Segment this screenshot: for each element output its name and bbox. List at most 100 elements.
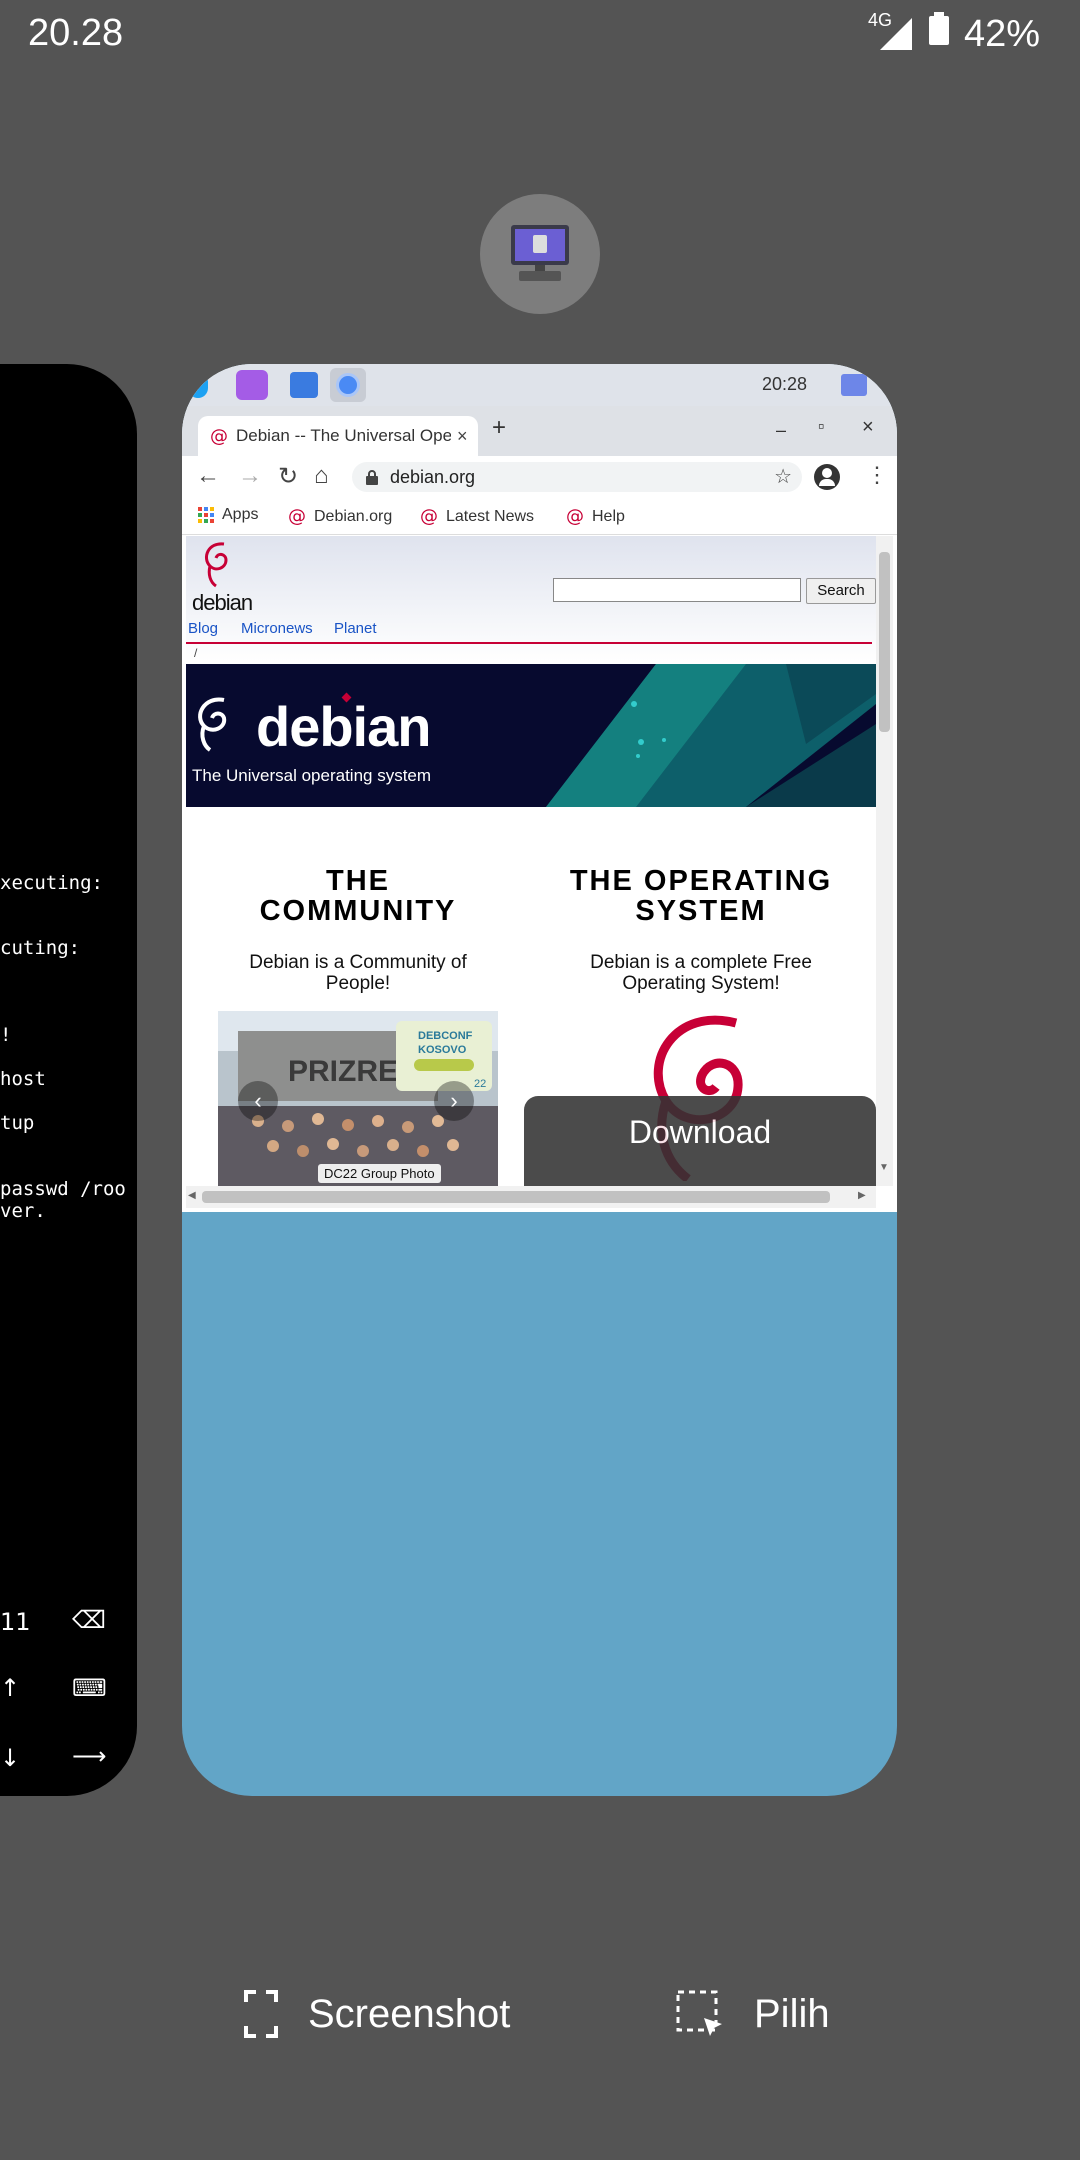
- arrow-up-icon[interactable]: ↑: [0, 1674, 20, 1702]
- url-text: debian.org: [390, 467, 476, 487]
- header-divider: [186, 642, 872, 644]
- download-button[interactable]: Download: [524, 1096, 876, 1186]
- os-title: THE OPERATING SYSTEM: [531, 866, 871, 926]
- select-label: Pilih: [754, 1991, 830, 2036]
- address-bar[interactable]: debian.org ☆: [352, 462, 802, 492]
- desktop-screen: 20:28 @ Debian -- The Universal Operatin…: [182, 364, 897, 1212]
- carousel-prev-icon[interactable]: ‹: [238, 1081, 278, 1121]
- chrome-icon: [336, 373, 360, 397]
- status-time: 20.28: [28, 12, 124, 54]
- horizontal-scroll-thumb[interactable]: [202, 1191, 830, 1203]
- files-icon[interactable]: [290, 372, 318, 398]
- crop-app-icon[interactable]: [236, 370, 268, 400]
- bookmark-help[interactable]: @ Help: [566, 506, 625, 527]
- screenshot-icon: [244, 1990, 278, 2038]
- terminal-line: !: [0, 1024, 12, 1046]
- community-title-line: THE: [326, 865, 390, 897]
- debian-swirl-icon: @: [288, 506, 306, 527]
- vertical-scrollbar[interactable]: ▼: [876, 536, 893, 1186]
- banner-title: debian: [256, 695, 431, 758]
- back-icon[interactable]: ←: [196, 462, 220, 490]
- terminal-key-11[interactable]: 11: [0, 1608, 31, 1636]
- breadcrumb: /: [194, 646, 198, 660]
- debian-swirl-icon: @: [420, 506, 438, 527]
- os-text: Debian is a complete Free Operating Syst…: [531, 952, 871, 994]
- debian-logo-icon[interactable]: [198, 538, 238, 588]
- shelf: 20:28: [182, 364, 897, 406]
- bookmarks-bar: Apps @ Debian.org @ Latest News @ Help: [182, 498, 897, 535]
- search-button[interactable]: Search: [806, 578, 876, 604]
- banner-swirl-icon: [198, 697, 227, 752]
- profile-icon[interactable]: [814, 464, 840, 490]
- scroll-down-icon[interactable]: ▼: [879, 1162, 889, 1173]
- terminal-line: tup: [0, 1112, 35, 1134]
- community-text-line: Debian is a Community of: [249, 952, 467, 973]
- app-launcher-icon[interactable]: [188, 372, 208, 398]
- scroll-left-icon[interactable]: ◀: [188, 1190, 196, 1201]
- debian-logo-text: debian: [192, 590, 253, 615]
- debian-banner[interactable]: debian The Universal operating system: [186, 664, 876, 807]
- select-region-icon: [676, 1990, 722, 2036]
- bookmark-debian-org[interactable]: @ Debian.org: [288, 506, 392, 527]
- debian-header: debian Search Blog Micronews Planet /: [186, 536, 876, 661]
- group-photo-carousel[interactable]: PRIZREN DEBCONF KOSOVO 22 ‹ › DC22 Group…: [218, 1011, 498, 1186]
- forward-icon[interactable]: →: [238, 462, 262, 490]
- tab-close-icon[interactable]: ×: [457, 426, 468, 447]
- new-tab-button[interactable]: +: [492, 414, 506, 442]
- signal-icon: 4G: [868, 10, 914, 52]
- screenshot-button[interactable]: Screenshot: [244, 1990, 510, 2038]
- chrome-shelf-item[interactable]: [330, 368, 366, 402]
- arrow-right-icon[interactable]: ⟶: [72, 1742, 106, 1770]
- select-button[interactable]: Pilih: [676, 1990, 830, 2038]
- community-text: Debian is a Community of People!: [208, 952, 508, 994]
- debian-swirl-icon: @: [566, 506, 584, 527]
- keyboard-icon[interactable]: ⌨: [72, 1674, 107, 1702]
- shelf-clock[interactable]: 20:28: [762, 374, 807, 395]
- screen-icon[interactable]: [841, 374, 867, 396]
- terminal-line: xecuting:: [0, 872, 103, 894]
- bookmark-star-icon[interactable]: ☆: [774, 464, 792, 489]
- reload-icon[interactable]: ↻: [278, 462, 298, 491]
- vertical-scroll-thumb[interactable]: [879, 552, 890, 732]
- os-title-line: SYSTEM: [635, 895, 767, 927]
- os-title-line: THE OPERATING: [569, 865, 833, 897]
- terminal-line: ver.: [0, 1200, 46, 1222]
- bookmark-label: Apps: [222, 506, 259, 523]
- bookmark-apps[interactable]: Apps: [198, 506, 258, 524]
- minimize-button[interactable]: –: [776, 420, 786, 441]
- browser-tab[interactable]: @ Debian -- The Universal Operating Syst…: [198, 416, 478, 456]
- bookmark-label: Debian.org: [314, 507, 393, 525]
- close-window-button[interactable]: ×: [862, 416, 874, 439]
- battery-icon: [928, 12, 950, 56]
- nav-link-micronews[interactable]: Micronews: [241, 620, 313, 637]
- carousel-next-icon[interactable]: ›: [434, 1081, 474, 1121]
- maximize-button[interactable]: ▫: [818, 416, 824, 437]
- menu-icon[interactable]: ⋮: [866, 462, 888, 488]
- os-text-line: Debian is a complete Free: [590, 952, 812, 973]
- arrow-down-icon[interactable]: ↓: [0, 1744, 20, 1772]
- status-icons: 4G 42%: [868, 10, 1040, 56]
- remote-desktop-app-icon[interactable]: [480, 194, 600, 314]
- horizontal-scrollbar[interactable]: ◀ ▶: [186, 1186, 876, 1208]
- battery-percent: 42%: [963, 12, 1040, 55]
- backspace-icon[interactable]: ⌫: [72, 1606, 106, 1634]
- svg-text:DEBCONF: DEBCONF: [418, 1030, 473, 1042]
- os-text-line: Operating System!: [622, 973, 780, 994]
- photo-caption: DC22 Group Photo: [318, 1164, 441, 1183]
- terminal-line: host: [0, 1068, 46, 1090]
- search-input[interactable]: [553, 578, 801, 602]
- bookmark-latest-news[interactable]: @ Latest News: [420, 506, 534, 527]
- apps-grid-icon: [198, 507, 214, 523]
- terminal-app-card[interactable]: xecuting: cuting: ! host tup passwd /roo…: [0, 364, 137, 1796]
- download-label: Download: [628, 1114, 772, 1150]
- svg-text:22: 22: [474, 1078, 486, 1090]
- home-icon[interactable]: ⌂: [314, 462, 329, 490]
- nav-link-planet[interactable]: Planet: [334, 620, 377, 637]
- community-title-line: COMMUNITY: [259, 895, 457, 927]
- bookmark-label: Help: [592, 507, 625, 525]
- linux-desktop-app-card[interactable]: 20:28 @ Debian -- The Universal Operatin…: [182, 364, 897, 1796]
- nav-link-blog[interactable]: Blog: [188, 620, 218, 637]
- scroll-right-icon[interactable]: ▶: [858, 1190, 866, 1201]
- debian-swirl-icon: @: [210, 425, 228, 447]
- web-page: debian Search Blog Micronews Planet / de…: [186, 536, 876, 1186]
